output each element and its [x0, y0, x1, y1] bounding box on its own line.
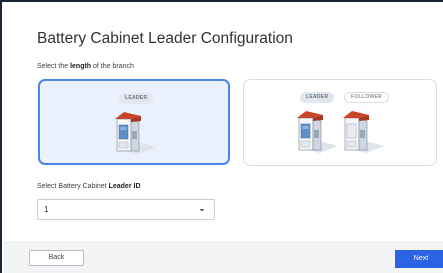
leader-id-select[interactable]: 1 — [37, 199, 215, 220]
dialog: Battery Cabinet Leader Configuration Sel… — [0, 0, 443, 273]
chevron-down-icon[interactable] — [197, 205, 207, 215]
branch-option-leader-follower[interactable]: LEADER FOLLOWER — [243, 79, 437, 166]
footer-bar: Back Next — [4, 242, 443, 273]
instruction-bold: length — [70, 63, 92, 70]
battery-cabinet-icon — [115, 112, 156, 154]
leader-id-value: 1 — [44, 205, 49, 214]
instruction-prefix: Select the — [37, 63, 71, 70]
page-title: Battery Cabinet Leader Configuration — [37, 30, 293, 47]
battery-cabinet-icon — [343, 111, 384, 153]
leader-badge: LEADER — [300, 92, 335, 103]
follower-badge: FOLLOWER — [344, 92, 390, 103]
leader-id-label-bold: Leader ID — [108, 183, 141, 190]
leader-id-label-prefix: Select Battery Cabinet — [37, 183, 109, 190]
leader-id-label: Select Battery Cabinet Leader ID — [37, 183, 141, 190]
next-button[interactable]: Next — [395, 250, 443, 268]
branch-length-instruction: Select the length of the branch — [37, 63, 134, 70]
leader-badge: LEADER — [119, 93, 154, 104]
battery-cabinet-icon — [297, 111, 338, 153]
back-button[interactable]: Back — [29, 250, 84, 266]
instruction-suffix: of the branch — [91, 63, 134, 70]
branch-option-leader-only[interactable]: LEADER — [38, 79, 230, 165]
